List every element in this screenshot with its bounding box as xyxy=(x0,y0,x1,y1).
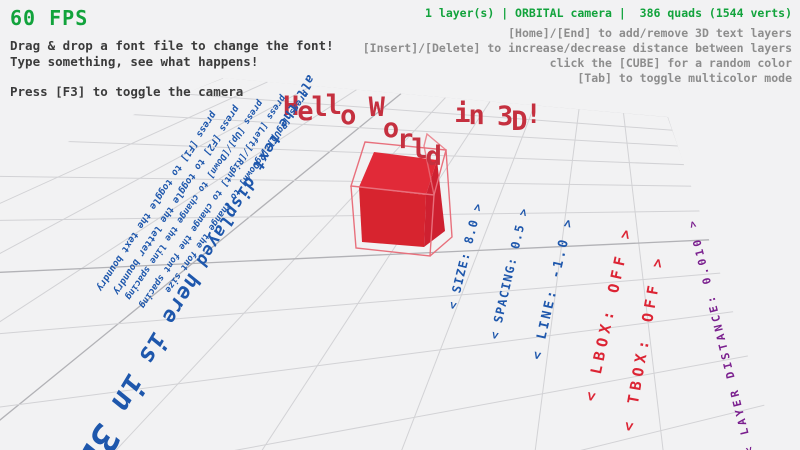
fps-counter: 60 FPS xyxy=(10,6,334,30)
hello-letter: ! xyxy=(526,99,540,130)
cube-face-front[interactable] xyxy=(359,187,426,247)
hello-letter: n xyxy=(468,100,482,131)
hello-letter: 3 xyxy=(497,101,511,132)
instruction-type-something: Type something, see what happens! xyxy=(10,54,334,70)
hud-top-right: 1 layer(s) | ORBITAL camera | 386 quads … xyxy=(363,6,792,86)
hello-letter: D xyxy=(511,106,525,137)
hello-letter: o xyxy=(340,100,354,131)
hello-letter: d xyxy=(426,141,440,172)
hello-letter xyxy=(440,84,454,115)
status-bar: 1 layer(s) | ORBITAL camera | 386 quads … xyxy=(363,6,792,20)
font-demo-app: 60 FPS Drag & drop a font file to change… xyxy=(0,0,800,450)
help-cube-random-color: click the [CUBE] for a random color xyxy=(363,56,792,71)
hello-letter: l xyxy=(411,134,425,165)
instruction-drag-drop: Drag & drop a font file to change the fo… xyxy=(10,38,334,54)
hello-letter xyxy=(483,84,497,115)
hello-letter: o xyxy=(383,113,397,144)
hello-letter: W xyxy=(369,92,383,123)
hello-letter: r xyxy=(397,124,411,155)
hello-letter: i xyxy=(454,98,468,129)
hello-letter xyxy=(354,84,368,115)
help-add-remove-layers: [Home]/[End] to add/remove 3D text layer… xyxy=(363,26,792,41)
help-layer-distance-keys: [Insert]/[Delete] to increase/decrease d… xyxy=(363,41,792,56)
